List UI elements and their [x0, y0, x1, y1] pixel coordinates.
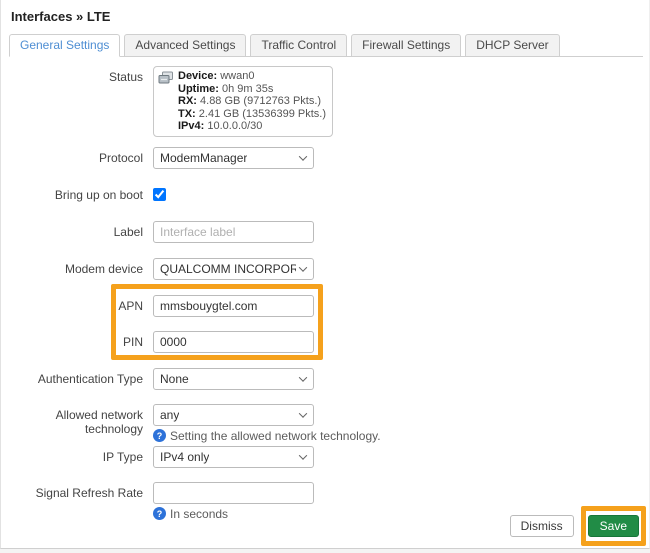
- network-tech-label: Allowed network technology: [11, 404, 143, 436]
- bring-up-label: Bring up on boot: [11, 188, 143, 202]
- tab-traffic-control[interactable]: Traffic Control: [250, 34, 347, 57]
- help-icon: [153, 429, 166, 442]
- network-tech-row: Allowed network technology any Setting t…: [11, 404, 641, 443]
- network-tech-select[interactable]: any: [153, 404, 314, 426]
- protocol-row: Protocol ModemManager: [11, 147, 641, 169]
- save-button-wrap: Save: [588, 515, 639, 537]
- ip-type-row: IP Type IPv4 only: [11, 446, 641, 468]
- status-line-ipv4: IPv4: 10.0.0.0/30: [178, 120, 326, 133]
- status-row: Status Device: wwan0 Uptime: 0h 9m 35s R…: [11, 66, 641, 137]
- status-line-rx: RX: 4.88 GB (9712763 Pkts.): [178, 95, 326, 108]
- tab-advanced-settings[interactable]: Advanced Settings: [124, 34, 246, 57]
- modem-device-row: Modem device QUALCOMM INCORPORATE: [11, 258, 641, 280]
- tab-bar: General Settings Advanced Settings Traff…: [9, 34, 643, 57]
- chevron-down-icon: [299, 451, 307, 459]
- network-tech-hint: Setting the allowed network technology.: [153, 429, 381, 443]
- tab-general-settings[interactable]: General Settings: [9, 34, 120, 57]
- apn-row: APN: [11, 295, 641, 317]
- chevron-down-icon: [299, 373, 307, 381]
- chevron-down-icon: [299, 152, 307, 160]
- modem-device-label: Modem device: [11, 262, 143, 276]
- protocol-select[interactable]: ModemManager: [153, 147, 314, 169]
- auth-type-row: Authentication Type None: [11, 368, 641, 390]
- chevron-down-icon: [299, 263, 307, 271]
- auth-type-select[interactable]: None: [153, 368, 314, 390]
- label-row: Label: [11, 221, 641, 243]
- status-lines: Device: wwan0 Uptime: 0h 9m 35s RX: 4.88…: [178, 70, 326, 133]
- page-title: Interfaces » LTE: [11, 9, 639, 24]
- apn-pin-group: APN PIN: [11, 295, 641, 353]
- bring-up-checkbox[interactable]: [153, 188, 166, 201]
- auth-type-label: Authentication Type: [11, 372, 143, 386]
- signal-refresh-label: Signal Refresh Rate: [11, 482, 143, 500]
- interface-label-input[interactable]: [153, 221, 314, 243]
- pin-input[interactable]: [153, 331, 314, 353]
- header: Interfaces » LTE: [1, 0, 649, 29]
- general-settings-form: Status Device: wwan0 Uptime: 0h 9m 35s R…: [1, 57, 649, 521]
- apn-input[interactable]: [153, 295, 314, 317]
- chevron-down-icon: [299, 409, 307, 417]
- signal-refresh-input[interactable]: [153, 482, 314, 504]
- network-interface-icon: [158, 71, 174, 85]
- tab-dhcp-server[interactable]: DHCP Server: [465, 34, 559, 57]
- bring-up-row: Bring up on boot: [11, 184, 641, 206]
- action-bar: Dismiss Save: [510, 515, 639, 537]
- signal-refresh-hint: In seconds: [153, 507, 314, 521]
- label-label: Label: [11, 225, 143, 239]
- pin-label: PIN: [11, 335, 143, 349]
- ip-type-select[interactable]: IPv4 only: [153, 446, 314, 468]
- apn-label: APN: [11, 299, 143, 313]
- dismiss-button[interactable]: Dismiss: [510, 515, 574, 537]
- status-line-tx: TX: 2.41 GB (13536399 Pkts.): [178, 108, 326, 121]
- modem-device-select[interactable]: QUALCOMM INCORPORATE: [153, 258, 314, 280]
- status-line-device: Device: wwan0: [178, 70, 326, 83]
- save-button[interactable]: Save: [588, 515, 639, 537]
- status-label: Status: [11, 66, 143, 84]
- status-box: Device: wwan0 Uptime: 0h 9m 35s RX: 4.88…: [153, 66, 333, 137]
- status-line-uptime: Uptime: 0h 9m 35s: [178, 83, 326, 96]
- tab-firewall-settings[interactable]: Firewall Settings: [351, 34, 461, 57]
- ip-type-label: IP Type: [11, 450, 143, 464]
- interface-settings-modal: Interfaces » LTE General Settings Advanc…: [0, 0, 650, 549]
- help-icon: [153, 507, 166, 520]
- protocol-label: Protocol: [11, 151, 143, 165]
- pin-row: PIN: [11, 331, 641, 353]
